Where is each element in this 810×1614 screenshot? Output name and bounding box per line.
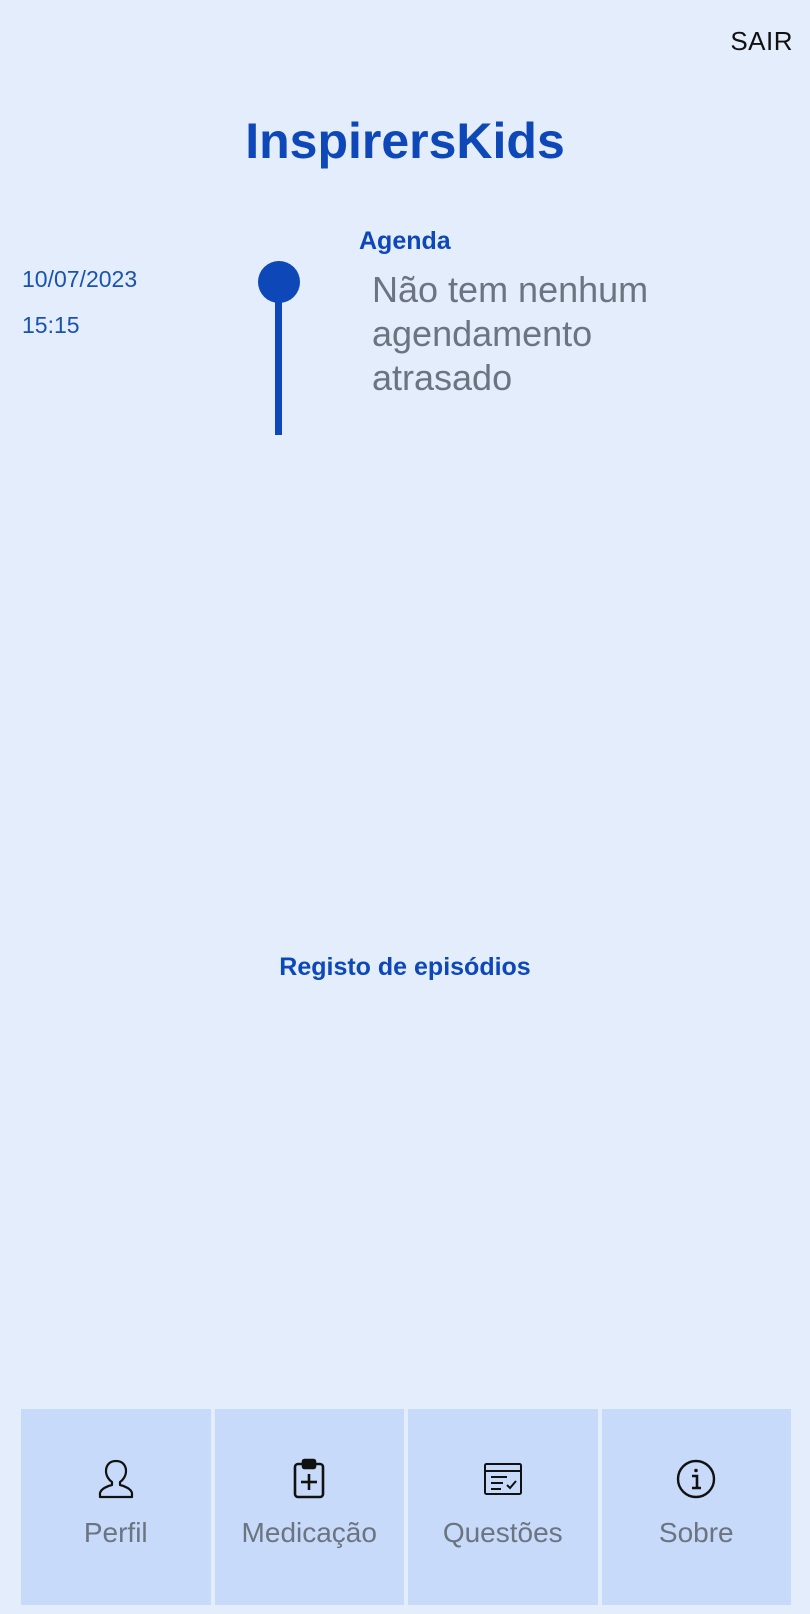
bottom-navigation: Perfil Medicação Questões Sobre (21, 1409, 791, 1605)
nav-item-questions[interactable]: Questões (408, 1409, 598, 1605)
agenda-date: 10/07/2023 (22, 266, 138, 292)
nav-item-medication[interactable]: Medicação (214, 1409, 404, 1605)
episodes-register-link[interactable]: Registo de episódios (0, 953, 810, 982)
checklist-window-icon (483, 1457, 523, 1501)
nav-label-about: Sobre (658, 1517, 734, 1548)
agenda-empty-message: Não tem nenhum agendamento atrasado (372, 269, 649, 398)
timeline-dot (258, 261, 300, 303)
nav-label-medication: Medicação (241, 1517, 377, 1548)
clipboard-plus-icon (292, 1457, 326, 1501)
nav-item-about[interactable]: Sobre (601, 1409, 791, 1605)
agenda-time: 15:15 (22, 312, 80, 338)
agenda-heading: Agenda (359, 227, 451, 255)
nav-label-questions: Questões (442, 1517, 563, 1548)
info-icon (675, 1457, 717, 1501)
agenda-timeline: Agenda 10/07/2023 15:15 Não tem nenhum a… (0, 0, 810, 450)
timeline-line (275, 290, 282, 435)
person-icon (97, 1457, 135, 1501)
nav-label-profile: Perfil (83, 1517, 148, 1548)
nav-item-profile[interactable]: Perfil (21, 1409, 211, 1605)
